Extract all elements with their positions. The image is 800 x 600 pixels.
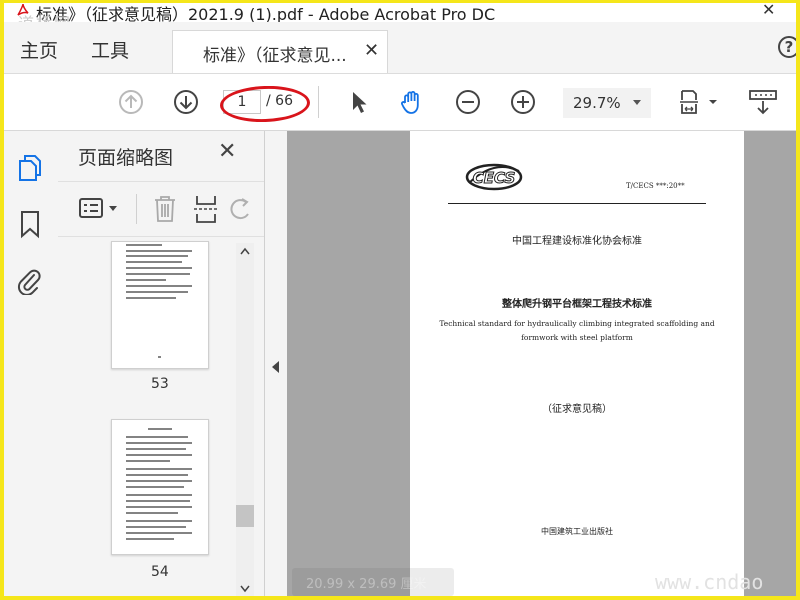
thumbnail-text-line [126, 526, 186, 528]
thumbnail-text-line [126, 474, 188, 476]
thumbnail-text-line [126, 279, 166, 281]
thumbnail-text-line [126, 297, 176, 299]
thumbnail-text-line [126, 448, 186, 450]
fit-page-width-icon[interactable] [676, 88, 724, 116]
document-tab[interactable]: 标准》（征求意见... ✕ [172, 30, 388, 73]
panel-close-button[interactable]: ✕ [218, 139, 236, 164]
standard-title-english-line-2: formwork with steel platform [521, 333, 633, 342]
thumbnail-text-line [126, 454, 192, 456]
cecs-logo-text: CECS [473, 169, 516, 187]
thumbnail-text-line [148, 428, 172, 430]
cecs-logo: CECS [465, 163, 523, 191]
standard-title-english-line-1: Technical standard for hydraulically cli… [439, 319, 715, 328]
zoom-level-select[interactable]: 29.7% [563, 88, 651, 118]
draft-label: （征求意见稿） [542, 404, 612, 415]
page-thumbnail[interactable] [111, 241, 209, 369]
document-tab-label: 标准》（征求意见... [203, 46, 347, 66]
thumbnail-text-line [126, 442, 192, 444]
thumbnail-text-line [126, 538, 174, 540]
thumbnail-page-number: 53 [151, 376, 169, 392]
tab-tools[interactable]: 工具 [91, 36, 129, 63]
next-page-button[interactable] [172, 88, 200, 116]
thumbnail-text-line [126, 250, 192, 252]
thumbnail-text-line [126, 486, 184, 488]
thumbnail-text-line [158, 356, 161, 358]
left-rail [0, 131, 59, 600]
help-icon[interactable]: ? [778, 36, 800, 58]
zoom-level-value: 29.7% [573, 94, 621, 112]
panel-collapse-handle[interactable] [265, 131, 287, 600]
panel-toolbar-divider [136, 194, 137, 224]
page-thumbnails-icon[interactable] [17, 153, 43, 183]
main-toolbar: 1 / 66 29.7% [0, 74, 800, 131]
header-rule [448, 203, 706, 204]
watermark-bottom-right: www.cndao [655, 570, 764, 594]
panel-title: 页面缩略图 [78, 147, 174, 169]
thumbnail-text-line [126, 261, 182, 263]
scroll-down-arrow-icon[interactable] [240, 585, 250, 593]
thumbnail-text-line [126, 506, 192, 508]
attachment-icon[interactable] [16, 265, 42, 295]
page-size-text: 20.99 x 29.69 厘米 [306, 577, 427, 592]
select-cursor-icon[interactable] [345, 88, 373, 116]
panel-toolbar [58, 181, 264, 237]
collapse-arrow-icon [272, 361, 279, 373]
thumbnail-text-line [126, 520, 192, 522]
document-page: CECS T/CECS ***:20** 中国工程建设标准化协会标准 整体爬升钢… [410, 131, 744, 600]
standard-code: T/CECS ***:20** [626, 182, 685, 190]
thumbnail-text-line [126, 273, 190, 275]
title-bar: 标准》（征求意见稿）2021.9 (1).pdf - Adobe Acrobat… [0, 0, 800, 24]
thumbnail-text-line [126, 480, 192, 482]
thumbnail-text-line [126, 468, 192, 470]
thumbnail-options-icon[interactable] [78, 196, 122, 222]
bookmark-icon[interactable] [19, 209, 41, 239]
insert-page-icon[interactable] [193, 194, 219, 224]
thumbnail-text-line [126, 460, 170, 462]
publisher: 中国建筑工业出版社 [541, 527, 613, 536]
thumbnail-text-line [126, 291, 188, 293]
zoom-out-button[interactable] [454, 88, 482, 116]
thumbnail-text-line [126, 436, 188, 438]
chevron-down-icon [633, 100, 641, 105]
scrolling-mode-icon[interactable] [747, 88, 779, 116]
thumbnail-text-line [126, 532, 192, 534]
page-thumbnails-panel: 页面缩略图 ✕ 53 54 [58, 131, 265, 600]
document-view[interactable]: CECS T/CECS ***:20** 中国工程建设标准化协会标准 整体爬升钢… [287, 131, 796, 600]
thumbnail-text-line [126, 285, 192, 287]
toolbar-divider [318, 86, 319, 118]
thumbnail-text-line [126, 500, 190, 502]
thumbnail-page-number: 54 [151, 564, 169, 580]
thumbnail-text-line [126, 255, 188, 257]
scroll-up-arrow-icon[interactable] [240, 247, 250, 255]
issuing-organization: 中国工程建设标准化协会标准 [512, 236, 642, 247]
zoom-in-button[interactable] [509, 88, 537, 116]
page-size-readout: 20.99 x 29.69 厘米 [292, 568, 454, 596]
thumbnail-text-line [126, 494, 192, 496]
standard-title-chinese: 整体爬升钢平台框架工程技术标准 [502, 299, 652, 310]
previous-page-button[interactable] [117, 88, 145, 116]
rotate-page-icon[interactable] [230, 196, 250, 222]
thumbnail-text-line [126, 512, 178, 514]
scrollbar-thumb[interactable] [236, 505, 254, 527]
page-thumbnail[interactable] [111, 419, 209, 555]
tab-bar: 主页 工具 标准》（征求意见... ✕ ? [0, 22, 800, 74]
thumbnail-text-line [126, 244, 162, 246]
thumbnail-scrollbar[interactable] [236, 243, 254, 600]
thumbnail-text-line [126, 267, 192, 269]
tab-home[interactable]: 主页 [20, 36, 58, 63]
delete-page-icon[interactable] [152, 194, 178, 224]
hand-tool-icon[interactable] [398, 88, 426, 116]
document-tab-close-button[interactable]: ✕ [364, 40, 379, 61]
window-close-button[interactable]: ✕ [762, 0, 775, 19]
